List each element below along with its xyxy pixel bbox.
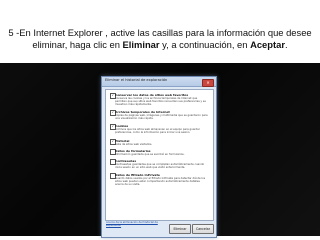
option-description: Lista de sitios web visitados. — [115, 142, 153, 146]
dialog-title: Eliminar el historial de exploración — [105, 78, 168, 82]
screenshot-area: Eliminar el historial de exploración ✕ ✓… — [0, 63, 320, 238]
option-description: Copias de páginas web, imágenes y multim… — [115, 113, 208, 120]
step-number: 5 - — [8, 27, 20, 38]
close-button[interactable]: ✕ — [202, 78, 214, 87]
option-description: Contraseñas guardadas que se completan a… — [115, 162, 205, 169]
dialog-titlebar: Eliminar el historial de exploración ✕ — [102, 77, 216, 87]
eliminar-keyword: Eliminar — [122, 39, 160, 50]
option-description: Información guardada que se escribió en … — [115, 152, 185, 156]
option-description: Conserva las cookies y los archivos temp… — [115, 96, 206, 107]
aceptar-keyword: Aceptar — [250, 39, 285, 50]
instruction-text: 5 -En Internet Explorer , active las cas… — [4, 27, 316, 51]
cancel-button[interactable]: Cancelar — [192, 224, 214, 234]
option-description: Guardó datos usados por el filtrado InPr… — [115, 176, 206, 187]
option-description: Archivos que los sitios web almacenan en… — [115, 127, 200, 134]
about-history-link[interactable]: Acerca de la eliminación del historial d… — [106, 221, 166, 227]
instruction-part-3: . — [284, 39, 288, 50]
delete-button[interactable]: Eliminar — [169, 224, 191, 234]
delete-history-dialog: Eliminar el historial de exploración ✕ ✓… — [101, 76, 217, 238]
options-panel: ✓ Conservar los datos de sitios web favo… — [105, 89, 214, 221]
instruction-part-2: y, a continuación, en — [159, 39, 251, 50]
